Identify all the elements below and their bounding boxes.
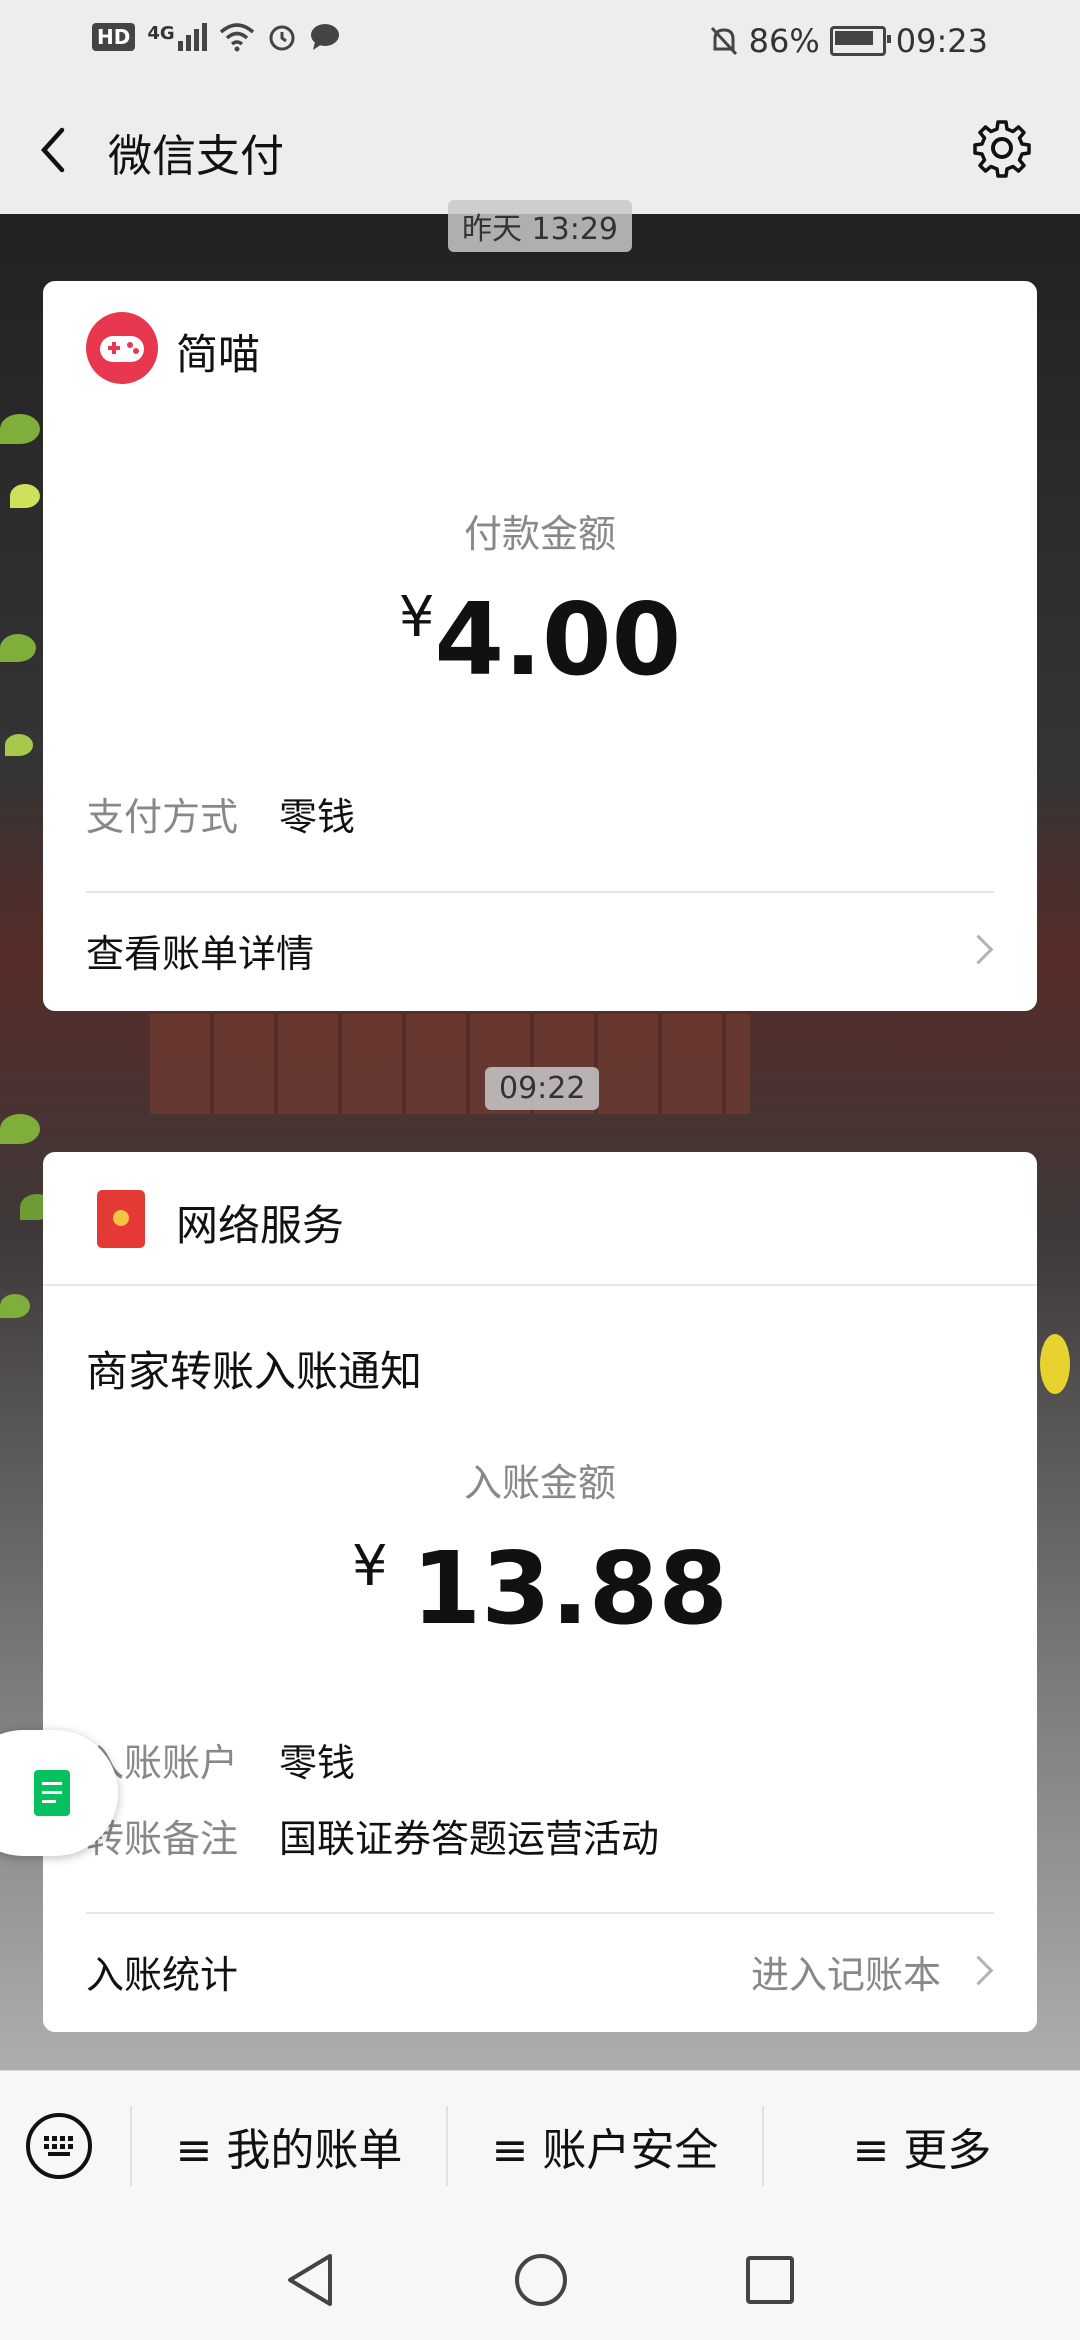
bell-muted-icon bbox=[710, 26, 737, 56]
amount-label: 入账金额 bbox=[463, 1461, 616, 1505]
keyboard-icon bbox=[44, 2136, 73, 2156]
account-value: 零钱 bbox=[279, 1741, 356, 1785]
nav-recents-icon[interactable] bbox=[742, 2250, 798, 2310]
status-bar: HD 4G 86% 09:23 bbox=[0, 0, 1080, 86]
gamepad-icon bbox=[100, 336, 144, 362]
nav-back-icon[interactable] bbox=[282, 2250, 338, 2310]
chevron-right-icon bbox=[963, 1955, 994, 1986]
amount-number: 13.88 bbox=[411, 1530, 728, 1647]
payment-method-value: 零钱 bbox=[279, 795, 356, 839]
battery-percent: 86% bbox=[748, 22, 820, 60]
menu-my-bills[interactable]: ≡ 我的账单 bbox=[132, 2071, 446, 2221]
bottom-menu-bar: ≡ 我的账单 ≡ 账户安全 ≡ 更多 bbox=[0, 2070, 1080, 2221]
currency-symbol: ¥ bbox=[398, 585, 435, 650]
open-ledger-link[interactable]: 入账统计 进入记账本 bbox=[43, 1914, 1037, 2032]
back-button[interactable] bbox=[32, 120, 92, 180]
clock: 09:23 bbox=[895, 22, 988, 60]
merchant-avatar bbox=[86, 312, 158, 384]
red-packet-icon bbox=[97, 1190, 145, 1248]
currency-symbol: ¥ bbox=[352, 1534, 388, 1599]
amount-value: ¥4.00 bbox=[43, 581, 1037, 698]
view-bill-details-link[interactable]: 查看账单详情 bbox=[43, 893, 1037, 1011]
title-bar: 微信支付 bbox=[0, 86, 1080, 214]
document-icon bbox=[34, 1770, 70, 1816]
4g-signal-icon: 4G bbox=[147, 23, 207, 51]
battery-icon bbox=[829, 26, 891, 56]
page-title: 微信支付 bbox=[108, 131, 284, 182]
chevron-right-icon bbox=[963, 934, 994, 965]
settings-button[interactable] bbox=[972, 118, 1032, 182]
amount-number: 4.00 bbox=[434, 581, 682, 698]
alarm-icon bbox=[269, 25, 295, 51]
transfer-notice-card: 网络服务 商家转账入账通知 入账金额 ¥13.88 入账账户 零钱 转账备注 国… bbox=[43, 1152, 1037, 2032]
wifi-icon bbox=[219, 23, 254, 52]
back-arrow-icon bbox=[40, 127, 65, 173]
payment-card: 简喵 付款金额 ¥4.00 支付方式 零钱 查看账单详情 bbox=[43, 281, 1037, 1011]
gear-icon bbox=[973, 120, 1031, 178]
message-timestamp: 09:22 bbox=[485, 1067, 600, 1110]
amount-value: ¥13.88 bbox=[43, 1530, 1037, 1647]
system-nav-bar bbox=[0, 2220, 1080, 2340]
amount-label: 付款金额 bbox=[463, 512, 616, 556]
merchant-name: 简喵 bbox=[176, 330, 261, 379]
view-bill-details-label: 查看账单详情 bbox=[86, 932, 315, 976]
nav-home-icon[interactable] bbox=[512, 2250, 570, 2310]
merchant-name: 网络服务 bbox=[176, 1201, 345, 1250]
message-timestamp: 昨天 13:29 bbox=[448, 200, 632, 252]
notice-title: 商家转账入账通知 bbox=[86, 1347, 423, 1396]
menu-account-security[interactable]: ≡ 账户安全 bbox=[448, 2071, 762, 2221]
menu-more[interactable]: ≡ 更多 bbox=[764, 2071, 1080, 2221]
open-ledger-label: 进入记账本 bbox=[751, 1953, 942, 1997]
hd-icon: HD bbox=[92, 23, 136, 51]
keyboard-toggle-button[interactable] bbox=[26, 2113, 92, 2179]
payment-method-label: 支付方式 bbox=[86, 795, 239, 839]
stats-label: 入账统计 bbox=[86, 1953, 239, 1997]
divider bbox=[43, 1284, 1037, 1286]
remark-value: 国联证券答题运营活动 bbox=[279, 1817, 660, 1861]
message-icon bbox=[310, 24, 339, 50]
